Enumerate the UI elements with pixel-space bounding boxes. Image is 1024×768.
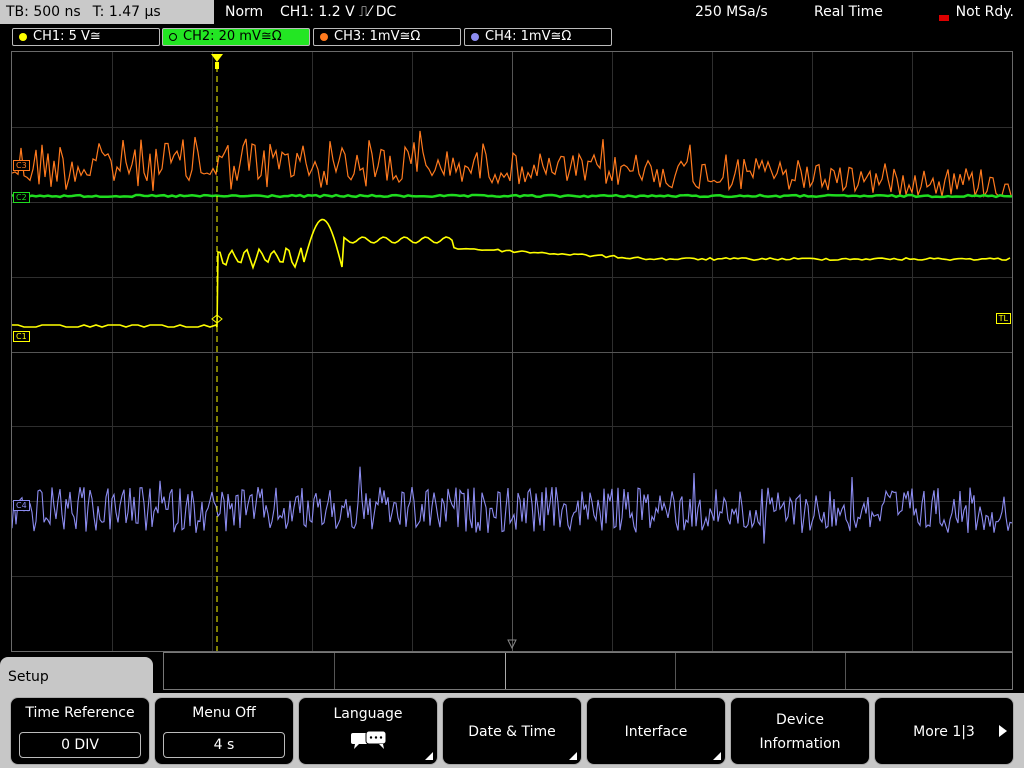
channel-tab-ch2[interactable]: CH2: 20 mV≅Ω xyxy=(162,28,310,46)
language-label: Language xyxy=(333,706,403,722)
trigger-mode[interactable]: Norm xyxy=(225,0,263,24)
ch1-trace xyxy=(12,218,1011,328)
speech-bubbles-icon xyxy=(351,730,387,749)
zoom-strip-center xyxy=(505,653,506,689)
trigger-info[interactable]: CH1: 1.2 V ⎍⁄ DC xyxy=(280,0,396,24)
ch1-label: CH1: 5 V≅ xyxy=(33,29,101,44)
channel-tab-ch4[interactable]: CH4: 1mV≅Ω xyxy=(464,28,612,46)
acquisition-mode[interactable]: Real Time xyxy=(814,0,883,24)
zoom-strip-tick xyxy=(845,653,846,689)
waveform-display[interactable]: C3 C2 C1 C4 TL xyxy=(11,51,1013,652)
timebase-value: TB: 500 ns xyxy=(6,4,81,20)
menu-title: Setup xyxy=(8,669,49,685)
ch3-label: CH3: 1mV≅Ω xyxy=(334,29,421,44)
zoom-strip-tick xyxy=(334,653,335,689)
ch1-color-dot xyxy=(19,33,27,41)
trigger-state-indicator xyxy=(939,15,949,21)
ch2-offset-marker[interactable]: C2 xyxy=(13,192,30,203)
channel-tab-ch3[interactable]: CH3: 1mV≅Ω xyxy=(313,28,461,46)
more-softkey[interactable]: More 1|3 xyxy=(874,697,1014,765)
date-time-label: Date & Time xyxy=(468,724,556,740)
time-reference-value[interactable]: 0 DIV xyxy=(19,732,141,758)
interface-label: Interface xyxy=(624,724,688,740)
ch2-color-dot xyxy=(169,33,177,41)
ch4-color-dot xyxy=(471,33,479,41)
submenu-corner-indicator xyxy=(569,752,577,760)
trigger-marker-stem xyxy=(215,62,219,69)
trigger-time-value: T: 1.47 µs xyxy=(92,4,161,20)
zoom-overview-strip[interactable] xyxy=(163,652,1013,690)
more-label: More 1|3 xyxy=(913,724,975,740)
waveform-canvas xyxy=(12,52,1012,651)
trigger-state: Not Rdy. xyxy=(955,4,1014,20)
trigger-level-marker[interactable]: TL xyxy=(995,313,1011,324)
timebase-box[interactable]: TB: 500 ns T: 1.47 µs xyxy=(0,0,214,24)
time-reference-softkey[interactable]: Time Reference 0 DIV xyxy=(10,697,150,765)
menu-off-label: Menu Off xyxy=(192,705,256,721)
device-info-line2: Information xyxy=(759,736,841,752)
device-info-line1: Device xyxy=(776,712,824,728)
channel-tab-ch1[interactable]: CH1: 5 V≅ xyxy=(12,28,160,46)
ch2-label: CH2: 20 mV≅Ω xyxy=(183,29,282,44)
graticule-grid xyxy=(12,52,1012,651)
submenu-corner-indicator xyxy=(713,752,721,760)
device-information-softkey[interactable]: Device Information xyxy=(730,697,870,765)
ch2-trace xyxy=(12,193,1012,199)
ch3-color-dot xyxy=(320,33,328,41)
language-softkey[interactable]: Language xyxy=(298,697,438,765)
next-page-arrow-icon xyxy=(999,725,1007,737)
menu-off-value[interactable]: 4 s xyxy=(163,732,285,758)
menu-title-tab: Setup xyxy=(0,657,153,697)
ch4-label: CH4: 1mV≅Ω xyxy=(485,29,572,44)
time-reference-label: Time Reference xyxy=(25,705,135,721)
sample-rate: 250 MSa/s xyxy=(695,4,768,20)
status-bar: TB: 500 ns T: 1.47 µs Norm CH1: 1.2 V ⎍⁄ … xyxy=(0,0,1024,25)
date-time-softkey[interactable]: Date & Time xyxy=(442,697,582,765)
zoom-strip-tick xyxy=(675,653,676,689)
ch1-offset-marker[interactable]: C1 xyxy=(13,331,30,342)
ch4-offset-marker[interactable]: C4 xyxy=(13,500,30,511)
interface-softkey[interactable]: Interface xyxy=(586,697,726,765)
ch3-trace xyxy=(12,130,1012,198)
ch3-offset-marker[interactable]: C3 xyxy=(13,160,30,171)
menu-off-softkey[interactable]: Menu Off 4 s xyxy=(154,697,294,765)
submenu-corner-indicator xyxy=(425,752,433,760)
